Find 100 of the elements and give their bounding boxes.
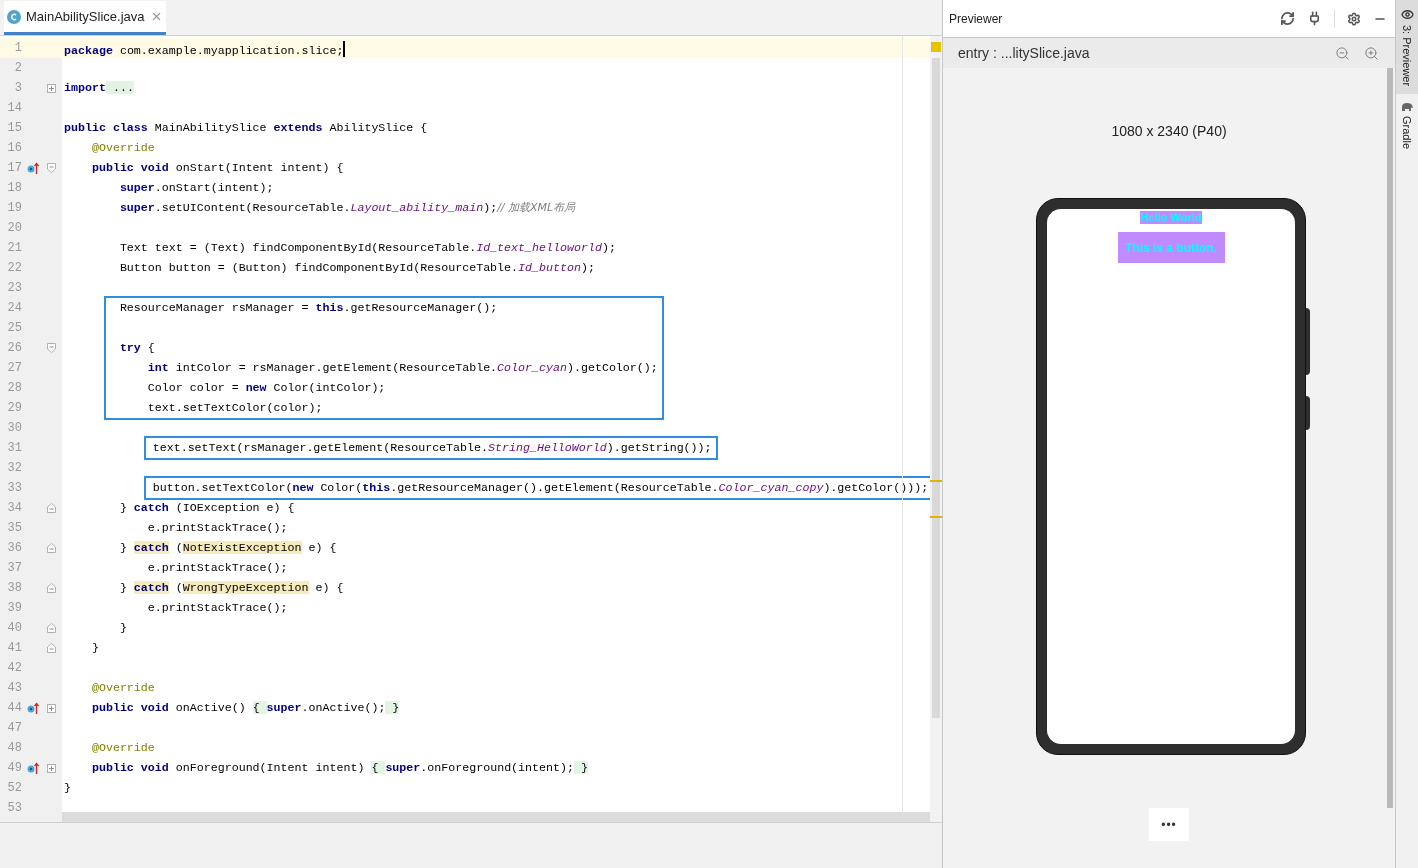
- line-number: 34: [6, 500, 22, 517]
- line-number: 22: [6, 260, 22, 277]
- code-line: Text text = (Text) findComponentById(ResourceTable.Id_text_helloworld);: [118, 240, 616, 256]
- text-cursor: [343, 41, 346, 57]
- code-line: super.onStart(intent);: [118, 180, 274, 196]
- line-number: 29: [6, 400, 22, 417]
- code-line: int intColor = rsManager.getElement(ResourceTable.Color_cyan).getColor();: [146, 360, 658, 376]
- fold-end-icon[interactable]: [47, 503, 56, 513]
- code-line: @Override: [90, 140, 155, 156]
- code-line: public class MainAbilitySlice extends AbilitySlice {: [64, 120, 428, 136]
- collapse-icon[interactable]: [47, 343, 56, 353]
- fold-end-icon[interactable]: [47, 643, 56, 653]
- line-number: 26: [6, 340, 22, 357]
- hello-text: Hello World: [1139, 211, 1203, 224]
- line-number: 3: [13, 80, 22, 97]
- line-number: 28: [6, 380, 22, 397]
- circle-arrow-icon[interactable]: [27, 762, 39, 774]
- code-line: Color color = new Color(intColor);: [146, 380, 386, 396]
- change-marker[interactable]: [930, 480, 942, 482]
- line-number: 17: [6, 160, 22, 177]
- code-line: } catch (WrongTypeException e) {: [118, 580, 344, 596]
- fold-end-icon[interactable]: [47, 623, 56, 633]
- fold-end-icon[interactable]: [47, 543, 56, 553]
- line-number: 23: [6, 280, 22, 297]
- line-number: 32: [6, 460, 22, 477]
- plug-icon[interactable]: [1307, 11, 1322, 26]
- horizontal-scrollbar[interactable]: [62, 812, 930, 822]
- entry-label: entry : ...litySlice.java: [958, 43, 1090, 63]
- line-number: 2: [13, 60, 22, 77]
- code-line: }: [64, 780, 71, 796]
- line-number: 24: [6, 300, 22, 317]
- side-tab[interactable]: 3: Previewer: [1396, 0, 1418, 95]
- side-tab[interactable]: Gradle: [1396, 94, 1418, 158]
- code-line: } catch (IOException e) {: [118, 500, 295, 516]
- code-line: public void onActive() { super.onActive(); }: [90, 700, 400, 716]
- line-number: 52: [6, 780, 22, 797]
- refresh-icon[interactable]: [1280, 11, 1295, 26]
- circle-arrow-icon[interactable]: [27, 162, 39, 174]
- eye-icon: [1400, 8, 1414, 21]
- line-number: 38: [6, 580, 22, 597]
- expand-icon[interactable]: [47, 83, 56, 93]
- line-number: 43: [6, 680, 22, 697]
- code-line: } catch (NotExistException e) {: [118, 540, 337, 556]
- circle-arrow-icon[interactable]: [27, 702, 39, 714]
- warning-marker[interactable]: [931, 42, 941, 52]
- code-line: super.setUIContent(ResourceTable.Layout_ability_main);// 加载XML布局: [118, 200, 576, 216]
- more-button[interactable]: •••: [1149, 808, 1189, 841]
- line-number: 39: [6, 600, 22, 617]
- line-number: 21: [6, 240, 22, 257]
- code-line: e.printStackTrace();: [146, 520, 288, 536]
- line-number: 48: [6, 740, 22, 757]
- device-label: 1080 x 2340 (P40): [1111, 122, 1227, 141]
- vertical-scroll-thumb[interactable]: [932, 58, 940, 718]
- code-line: text.setTextColor(color);: [146, 400, 323, 416]
- code-line: button.setTextColor(new Color(this.getResourceManager().getElement(ResourceTable.Color_cyan_copy).getColor()));: [151, 480, 929, 496]
- line-number: 18: [6, 180, 22, 197]
- line-number: 14: [6, 100, 22, 117]
- line-number: 30: [6, 420, 22, 437]
- line-number: 27: [6, 360, 22, 377]
- panel-title: Previewer: [949, 10, 1003, 28]
- code-line: }: [90, 640, 99, 656]
- code-line: e.printStackTrace();: [146, 600, 288, 616]
- settings-icon[interactable]: [1347, 11, 1361, 26]
- line-number: 53: [6, 800, 22, 817]
- line-number: 15: [6, 120, 22, 137]
- tab-title: MainAbilitySlice.java: [26, 7, 145, 26]
- line-number: 37: [6, 560, 22, 577]
- line-number: 47: [6, 720, 22, 737]
- code-line: Button button = (Button) findComponentById(ResourceTable.Id_button);: [118, 260, 595, 276]
- code-line: try {: [118, 340, 155, 356]
- line-number: 31: [6, 440, 22, 457]
- zoom-out-icon[interactable]: [1335, 45, 1350, 61]
- collapse-icon[interactable]: [47, 163, 56, 173]
- expand-icon[interactable]: [47, 763, 56, 773]
- zoom-in-icon[interactable]: [1364, 45, 1379, 61]
- line-number: 33: [6, 480, 22, 497]
- line-number: 36: [6, 540, 22, 557]
- line-number: 19: [6, 200, 22, 217]
- line-number: 42: [6, 660, 22, 677]
- code-line: package com.example.myapplication.slice;: [64, 38, 346, 61]
- file-tab[interactable]: MainAbilitySlice.java: [4, 1, 166, 35]
- vertical-scrollbar[interactable]: [930, 36, 942, 822]
- vertical-scrollbar[interactable]: [1387, 68, 1393, 808]
- code-line: @Override: [90, 680, 155, 696]
- code-line: ResourceManager rsManager = this.getResourceManager();: [118, 300, 498, 316]
- line-number: 49: [6, 760, 22, 777]
- code-line: public void onStart(Intent intent) {: [90, 160, 344, 176]
- expand-icon[interactable]: [47, 703, 56, 713]
- change-marker[interactable]: [930, 516, 942, 518]
- line-number: 20: [6, 220, 22, 237]
- line-number: 35: [6, 520, 22, 537]
- fold-end-icon[interactable]: [47, 583, 56, 593]
- code-line: e.printStackTrace();: [146, 560, 288, 576]
- code-line: import ...: [64, 80, 134, 96]
- line-number: 44: [6, 700, 22, 717]
- class-file-icon: [7, 9, 21, 24]
- line-number: 16: [6, 140, 22, 157]
- line-number: 1: [13, 40, 22, 57]
- code-line: }: [118, 620, 127, 636]
- code-line: text.setText(rsManager.getElement(ResourceTable.String_HelloWorld).getString());: [151, 440, 712, 456]
